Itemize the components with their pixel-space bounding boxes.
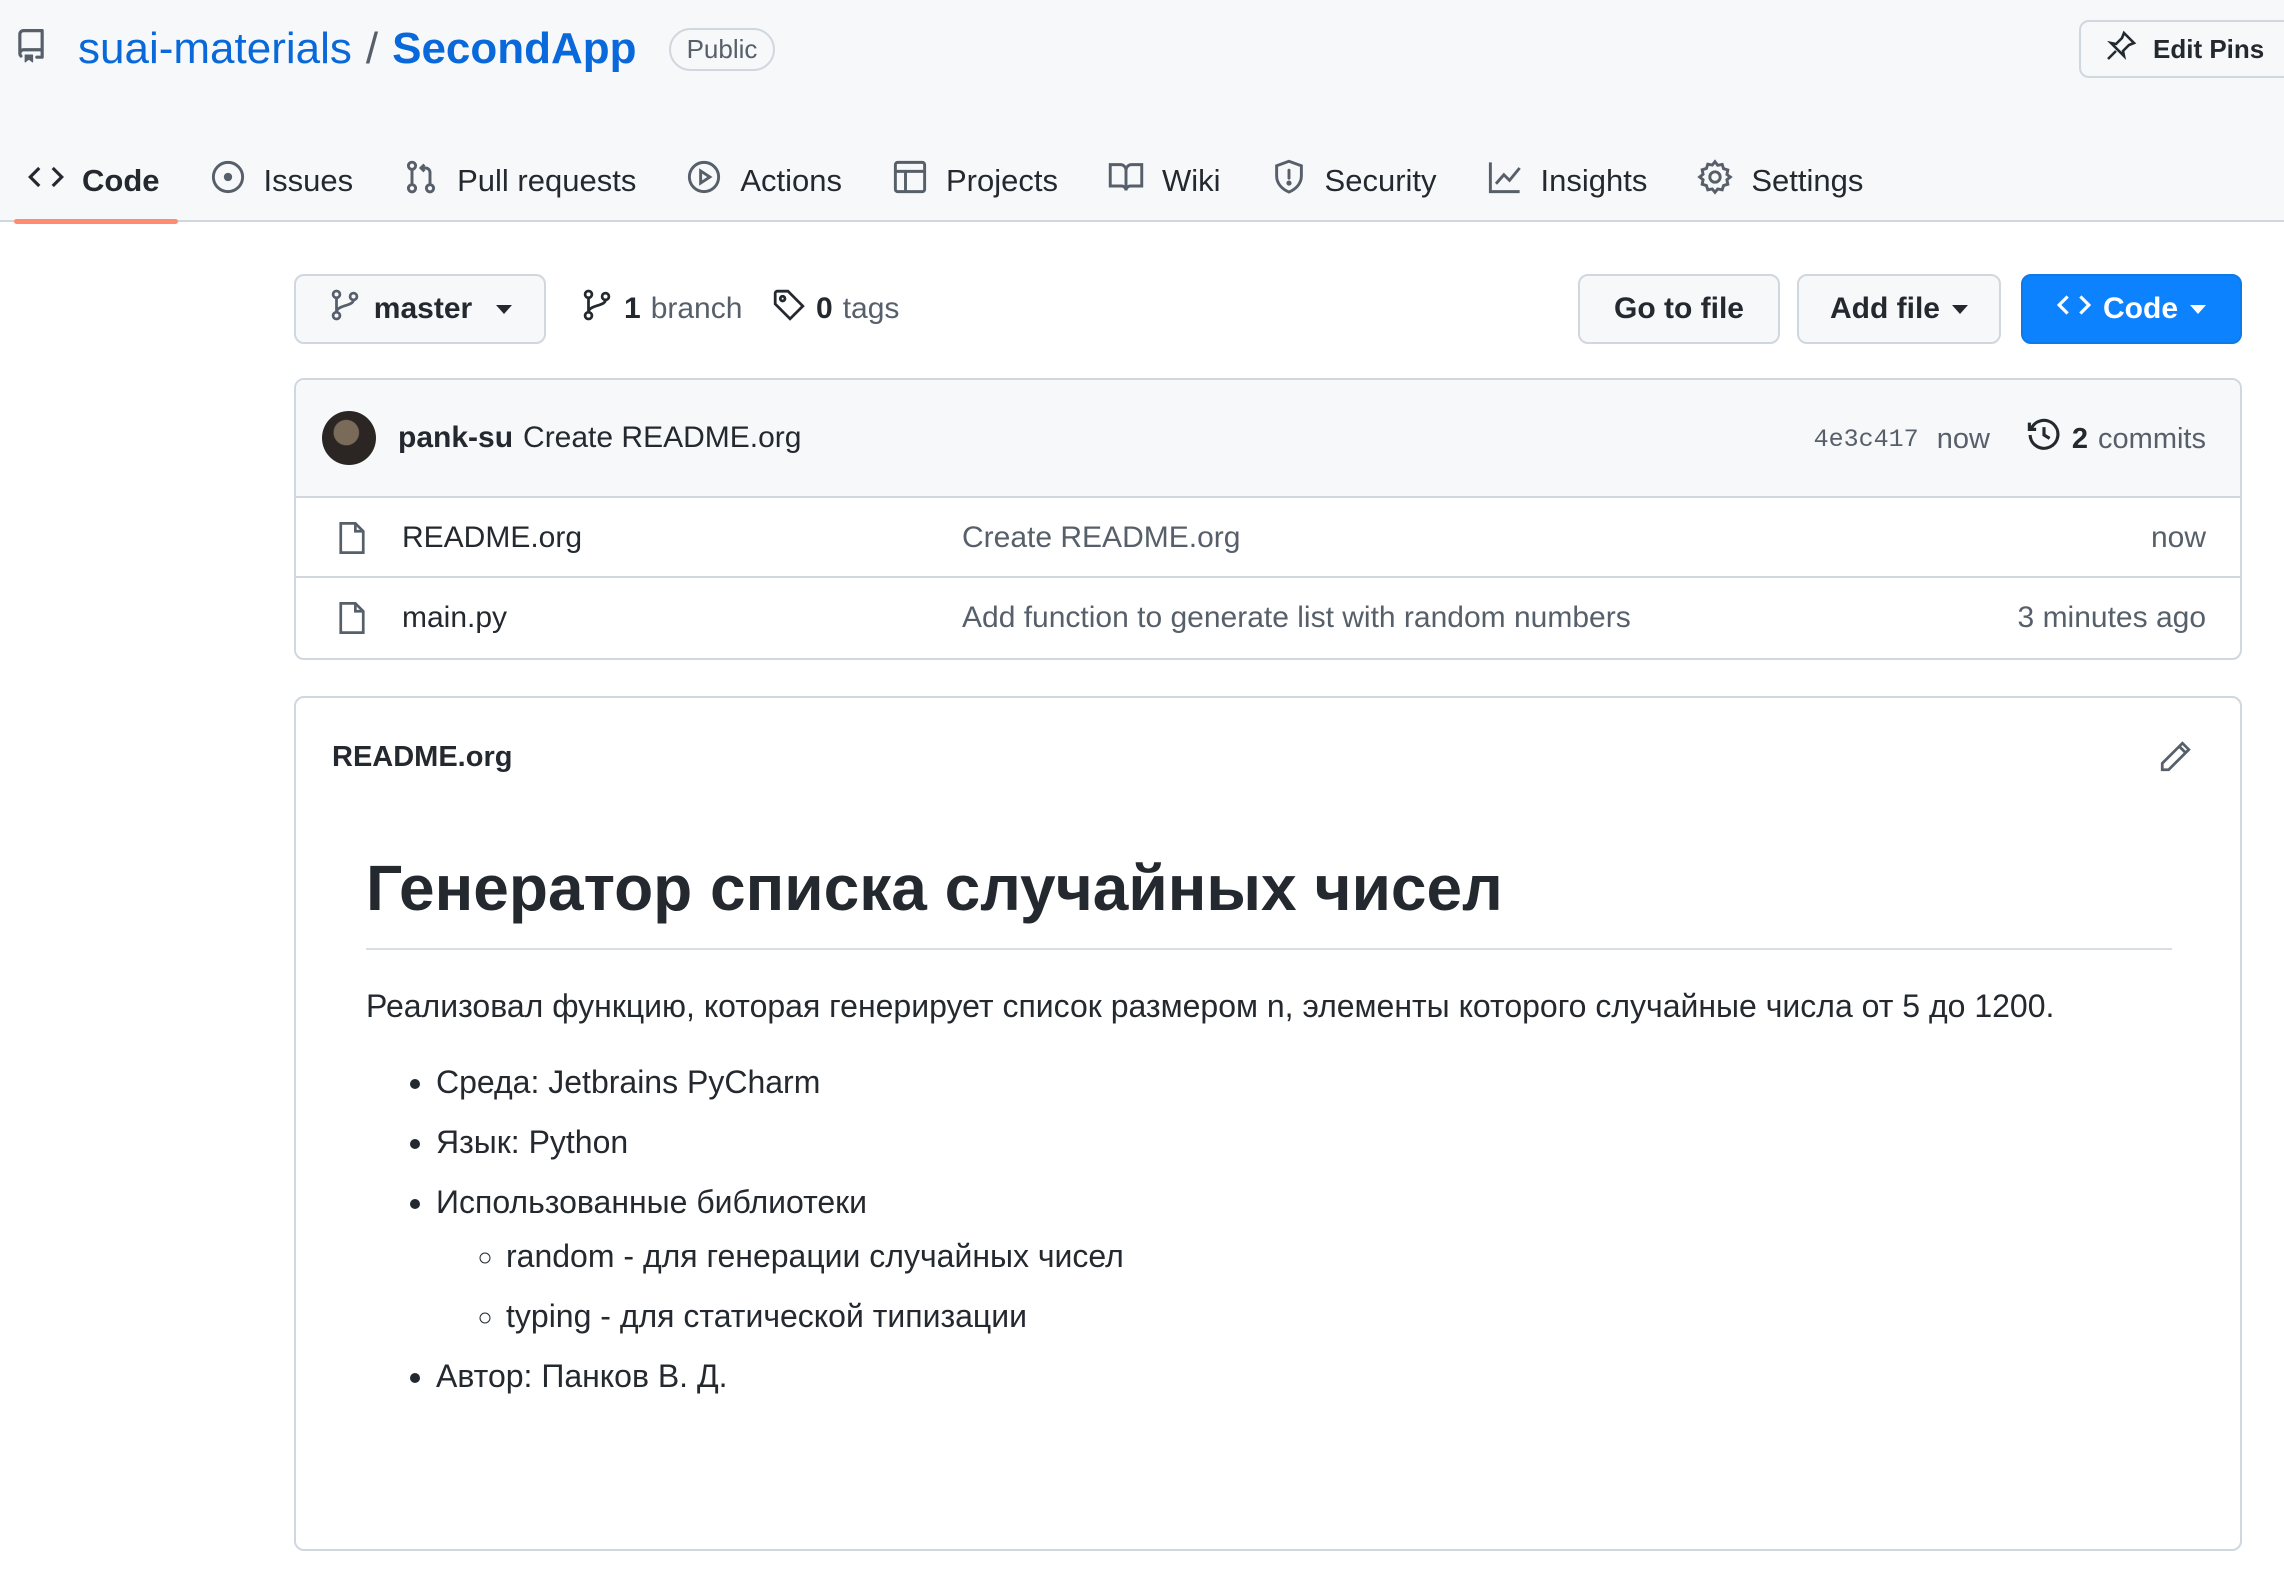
list-item: Среда: Jetbrains PyCharm <box>436 1060 2172 1104</box>
list-item-text: Использованные библиотеки <box>436 1184 868 1220</box>
file-commit-message[interactable]: Create README.org <box>962 498 1240 578</box>
go-to-file-button[interactable]: Go to file <box>1578 274 1780 344</box>
tab-label: Projects <box>946 163 1058 198</box>
tab-projects[interactable]: Projects <box>874 140 1076 222</box>
branch-icon <box>328 288 362 330</box>
tab-issues[interactable]: Issues <box>192 140 372 222</box>
file-name-link[interactable]: README.org <box>402 498 582 578</box>
commit-count-label: commits <box>2098 422 2206 455</box>
add-file-button[interactable]: Add file <box>1797 274 2001 344</box>
tags-link[interactable]: 0 tags <box>772 274 899 344</box>
play-icon <box>686 159 722 203</box>
tab-label: Actions <box>740 163 842 198</box>
chevron-down-icon <box>1952 304 1968 314</box>
add-file-label: Add file <box>1830 292 1940 325</box>
commit-sha[interactable]: 4e3c417 <box>1814 425 1919 454</box>
book-icon <box>1108 159 1144 203</box>
code-button-label: Code <box>2103 292 2178 325</box>
file-row: README.org Create README.org now <box>296 498 2240 578</box>
file-list: pank-su Create README.org 4e3c417 now 2 … <box>294 378 2242 660</box>
repo-name-link[interactable]: SecondApp <box>392 24 636 74</box>
tab-label: Pull requests <box>457 163 637 198</box>
tag-label: tags <box>842 292 900 325</box>
tab-label: Issues <box>263 163 354 198</box>
readme-heading: Генератор списка случайных чисел <box>366 848 2172 950</box>
branch-count: 1 <box>624 292 641 325</box>
code-dropdown-button[interactable]: Code <box>2021 274 2242 344</box>
visibility-badge: Public <box>668 27 776 71</box>
readme-sublist: random - для генерации случайных чисел t… <box>436 1234 2172 1338</box>
readme-header: README.org <box>296 698 2240 816</box>
commit-author[interactable]: pank-su <box>398 421 513 455</box>
tab-label: Security <box>1324 163 1437 198</box>
tab-label: Code <box>82 163 160 198</box>
tab-pull-requests[interactable]: Pull requests <box>385 140 654 222</box>
repo-owner-link[interactable]: suai-materials <box>78 24 352 74</box>
tab-security[interactable]: Security <box>1253 140 1455 222</box>
graph-icon <box>1487 159 1523 203</box>
file-name-link[interactable]: main.py <box>402 578 507 658</box>
repo-header: suai-materials / SecondApp Public Edit P… <box>0 0 2284 224</box>
chevron-down-icon <box>496 304 513 314</box>
commit-message[interactable]: Create README.org <box>523 421 801 455</box>
commit-meta: 4e3c417 now 2 commits <box>1814 380 2206 498</box>
file-row: main.py Add function to generate list wi… <box>296 578 2240 658</box>
branches-link[interactable]: 1 branch <box>580 274 742 344</box>
code-icon <box>2056 288 2092 330</box>
branch-select-button[interactable]: master <box>294 274 546 344</box>
commit-count: 2 <box>2071 422 2089 455</box>
repo-icon <box>14 24 48 74</box>
file-navigation: master 1 branch 0 tags Go to file Add fi… <box>294 274 2242 344</box>
tag-icon <box>772 288 806 330</box>
pull-request-icon <box>403 159 439 203</box>
repo-title: suai-materials / SecondApp Public <box>14 18 776 80</box>
commits-history-link[interactable]: 2 commits <box>2026 417 2206 461</box>
tab-code[interactable]: Code <box>0 140 178 224</box>
tab-label: Wiki <box>1161 163 1221 198</box>
edit-pins-label: Edit Pins <box>2153 33 2265 64</box>
edit-pins-button[interactable]: Edit Pins <box>2079 20 2284 78</box>
branch-icon <box>580 288 614 330</box>
file-age: 3 minutes ago <box>2017 601 2206 634</box>
list-item: Использованные библиотеки random - для г… <box>436 1180 2172 1338</box>
history-icon <box>2026 417 2062 461</box>
issue-icon <box>210 159 246 203</box>
readme-box: README.org Генератор списка случайных чи… <box>294 696 2242 1551</box>
code-icon <box>28 159 64 203</box>
tab-insights[interactable]: Insights <box>1469 140 1666 222</box>
sublist-item: random - для генерации случайных чисел <box>506 1234 2172 1278</box>
file-icon <box>339 522 365 554</box>
file-age: now <box>2150 521 2206 554</box>
commit-time: now <box>1936 422 1990 455</box>
tab-label: Insights <box>1540 163 1648 198</box>
tab-settings[interactable]: Settings <box>1679 140 1881 222</box>
table-icon <box>892 159 928 203</box>
list-item: Язык: Python <box>436 1120 2172 1164</box>
path-separator: / <box>365 24 379 73</box>
readme-paragraph: Реализовал функцию, которая генерирует с… <box>366 988 2055 1024</box>
readme-content: Генератор списка случайных чисел Реализо… <box>366 848 2172 1414</box>
gear-icon <box>1697 159 1734 203</box>
tab-actions[interactable]: Actions <box>668 140 860 222</box>
branch-label: branch <box>650 292 743 325</box>
branch-name: master <box>373 292 473 325</box>
file-icon <box>339 602 365 634</box>
list-item: Автор: Панков В. Д. <box>436 1354 2172 1398</box>
readme-filename-link[interactable]: README.org <box>332 698 512 816</box>
readme-list: Среда: Jetbrains PyCharm Язык: Python Ис… <box>366 1060 2172 1398</box>
shield-icon <box>1271 159 1307 203</box>
pin-icon <box>2105 30 2137 69</box>
latest-commit-bar: pank-su Create README.org 4e3c417 now 2 … <box>296 380 2240 498</box>
sublist-item: typing - для статической типизации <box>506 1294 2172 1338</box>
file-commit-message[interactable]: Add function to generate list with rando… <box>962 578 1631 658</box>
pencil-icon[interactable] <box>2158 740 2192 774</box>
avatar[interactable] <box>322 411 376 465</box>
tag-count: 0 <box>816 292 833 325</box>
chevron-down-icon <box>2190 304 2206 314</box>
tab-wiki[interactable]: Wiki <box>1090 140 1239 222</box>
repo-nav: Code Issues Pull requests Actions Projec… <box>0 140 1895 224</box>
tab-label: Settings <box>1751 163 1864 198</box>
